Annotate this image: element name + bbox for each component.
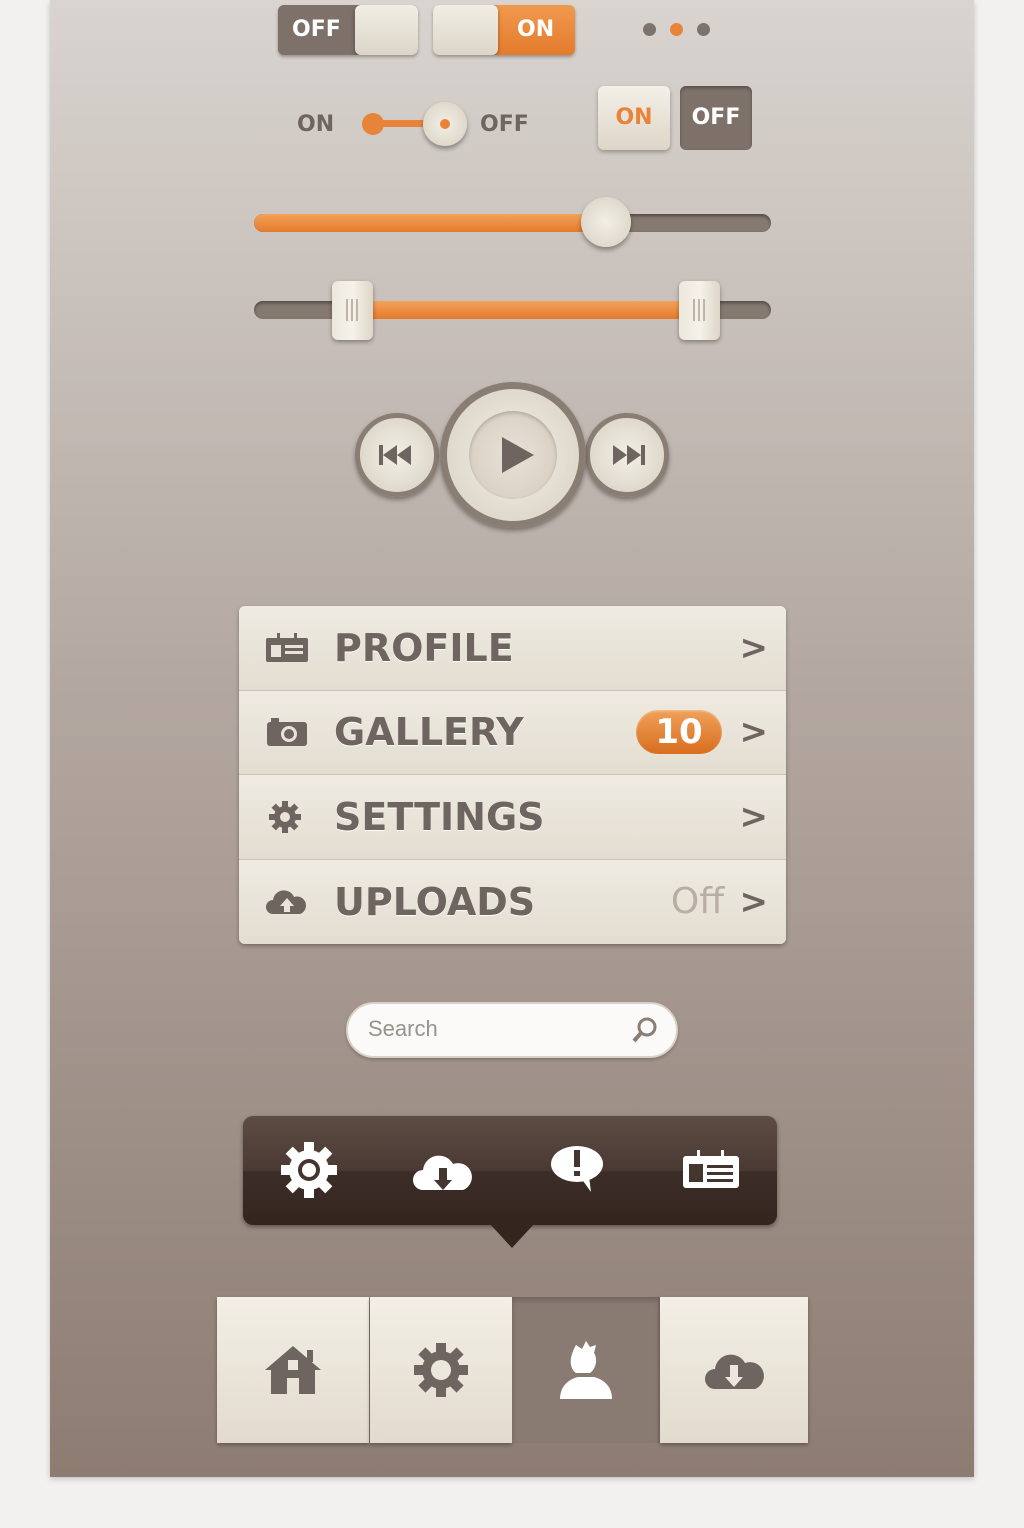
chevron-right-icon: > bbox=[739, 881, 769, 922]
menu-item-profile[interactable]: PROFILE > bbox=[239, 606, 786, 691]
chevron-right-icon: > bbox=[739, 712, 769, 753]
menu-item-gallery[interactable]: GALLERY 10 > bbox=[239, 690, 786, 775]
segment-on[interactable]: ON bbox=[598, 86, 670, 150]
toggle-thumb[interactable] bbox=[433, 5, 498, 55]
next-icon bbox=[613, 445, 645, 465]
toggle-off[interactable]: OFF bbox=[278, 5, 418, 55]
switch-on-label: ON bbox=[297, 112, 335, 137]
cloud-download-icon bbox=[705, 1354, 764, 1389]
menu-item-uploads[interactable]: UPLOADS Off > bbox=[239, 859, 786, 944]
menu-list: PROFILE > GALLERY 10 > SETTINGS > UPLOAD… bbox=[239, 606, 786, 944]
chevron-right-icon: > bbox=[739, 796, 769, 837]
page-dot[interactable] bbox=[643, 23, 656, 36]
slider-fill bbox=[254, 214, 606, 232]
previous-button[interactable] bbox=[355, 413, 439, 497]
search-input[interactable] bbox=[368, 1016, 618, 1042]
gear-icon[interactable] bbox=[277, 1140, 341, 1200]
previous-icon bbox=[379, 445, 411, 465]
tab-profile[interactable] bbox=[512, 1297, 660, 1443]
switch-knob[interactable] bbox=[423, 102, 467, 146]
segment-off[interactable]: OFF bbox=[680, 86, 752, 150]
gear-icon bbox=[414, 1343, 468, 1397]
range-fill bbox=[352, 301, 699, 319]
range-handle-high[interactable] bbox=[678, 281, 720, 340]
search-box bbox=[346, 1002, 678, 1058]
next-button[interactable] bbox=[585, 413, 669, 497]
menu-item-label: PROFILE bbox=[334, 625, 514, 670]
toggle-label: OFF bbox=[292, 17, 341, 42]
toggle-thumb[interactable] bbox=[355, 5, 418, 55]
page-dot-active[interactable] bbox=[670, 23, 683, 36]
menu-item-label: SETTINGS bbox=[334, 794, 545, 839]
toggle-label: ON bbox=[517, 17, 555, 42]
play-icon bbox=[502, 437, 534, 473]
tab-settings[interactable] bbox=[370, 1297, 512, 1443]
play-button[interactable] bbox=[440, 382, 586, 528]
toggle-on[interactable]: ON bbox=[433, 5, 575, 55]
slider-thumb[interactable] bbox=[580, 197, 631, 247]
cloud-upload-icon bbox=[266, 890, 307, 914]
user-icon bbox=[560, 1341, 612, 1399]
menu-item-label: GALLERY bbox=[334, 710, 524, 755]
tooltip-toolbar bbox=[243, 1116, 777, 1225]
home-icon bbox=[265, 1346, 321, 1394]
tab-home[interactable] bbox=[217, 1297, 369, 1443]
notification-badge: 10 bbox=[636, 710, 722, 755]
search-icon[interactable] bbox=[630, 1015, 660, 1045]
tooltip-arrow bbox=[490, 1224, 534, 1248]
id-card-icon bbox=[266, 632, 308, 662]
cloud-download-icon[interactable] bbox=[411, 1140, 475, 1200]
tab-downloads[interactable] bbox=[660, 1297, 808, 1443]
page-dot[interactable] bbox=[697, 23, 710, 36]
menu-item-settings[interactable]: SETTINGS > bbox=[239, 775, 786, 860]
camera-icon bbox=[267, 718, 307, 747]
id-card-icon[interactable] bbox=[679, 1140, 743, 1200]
chevron-right-icon: > bbox=[739, 627, 769, 668]
menu-item-label: UPLOADS bbox=[334, 879, 536, 924]
gear-icon bbox=[269, 800, 301, 833]
alert-bubble-icon[interactable] bbox=[545, 1140, 609, 1200]
menu-item-value: Off bbox=[670, 881, 724, 923]
tab-bar bbox=[217, 1297, 808, 1443]
range-handle-low[interactable] bbox=[332, 281, 374, 340]
switch-off-label: OFF bbox=[480, 112, 529, 137]
